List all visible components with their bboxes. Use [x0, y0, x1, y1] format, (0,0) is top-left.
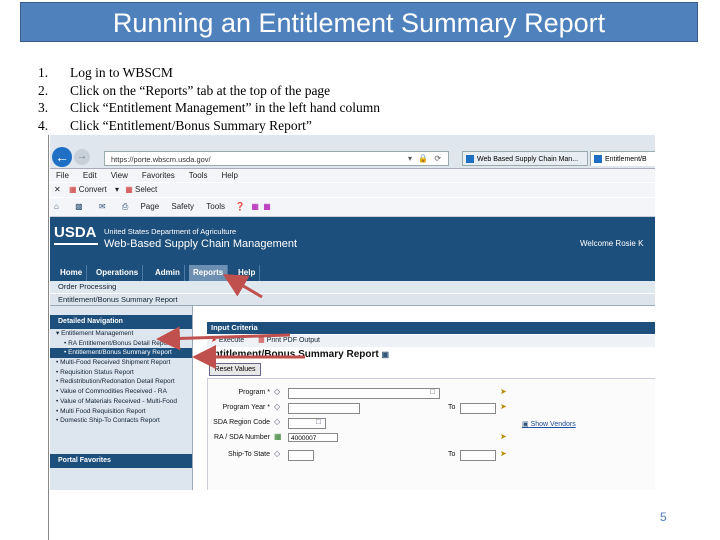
slide-title: Running an Entitlement Summary Report — [112, 8, 606, 38]
step-number: 2. — [38, 82, 49, 98]
page-number: 5 — [660, 510, 667, 524]
left-rule — [48, 135, 49, 540]
arrow-to-entitlement-management — [156, 326, 291, 351]
step-item: 3. Click “Entitlement Management” in the … — [38, 99, 380, 117]
step-number: 3. — [38, 100, 49, 115]
callout-arrows — [156, 273, 305, 369]
step-item: 2. Click on the “Reports” tab at the top … — [38, 82, 380, 100]
step-text: Click on the “Reports” tab at the top of… — [70, 82, 331, 98]
step-text: Click “Entitlement Management” in the le… — [70, 100, 381, 115]
browser-screenshot: ← → https://porte.wbscm.usda.gov/ ▾ 🔒 ⟳ … — [50, 135, 655, 490]
step-item: 1. Log in to WBSCM — [38, 64, 380, 82]
step-number: 1. — [38, 65, 49, 80]
step-text: Log in to WBSCM — [70, 65, 173, 80]
step-text: Click “Entitlement/Bonus Summary Report” — [70, 117, 312, 133]
step-list: 1. Log in to WBSCM 2. Click on the “Report… — [38, 64, 380, 134]
step-number: 4. — [38, 117, 49, 133]
slide-title-banner: Running an Entitlement Summary Report — [20, 2, 698, 42]
arrow-to-reports — [222, 273, 263, 299]
step-item: 4. Click “Entitlement/Bonus Summary Repor… — [38, 117, 380, 135]
